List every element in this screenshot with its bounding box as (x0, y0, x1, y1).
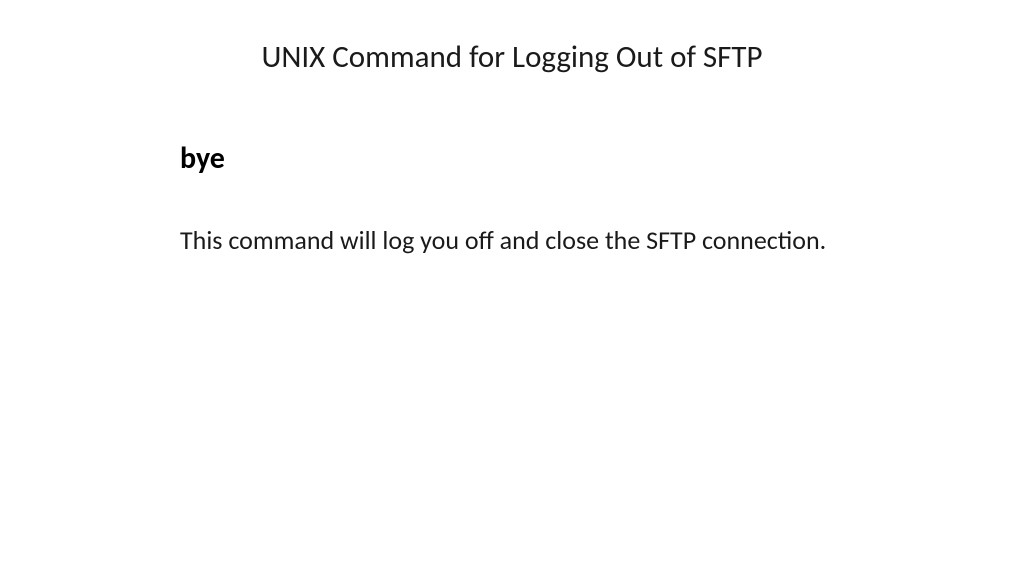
command-text: bye (180, 140, 225, 177)
command-description: This command will log you off and close … (180, 222, 840, 258)
slide-title: UNIX Command for Logging Out of SFTP (0, 38, 1024, 76)
